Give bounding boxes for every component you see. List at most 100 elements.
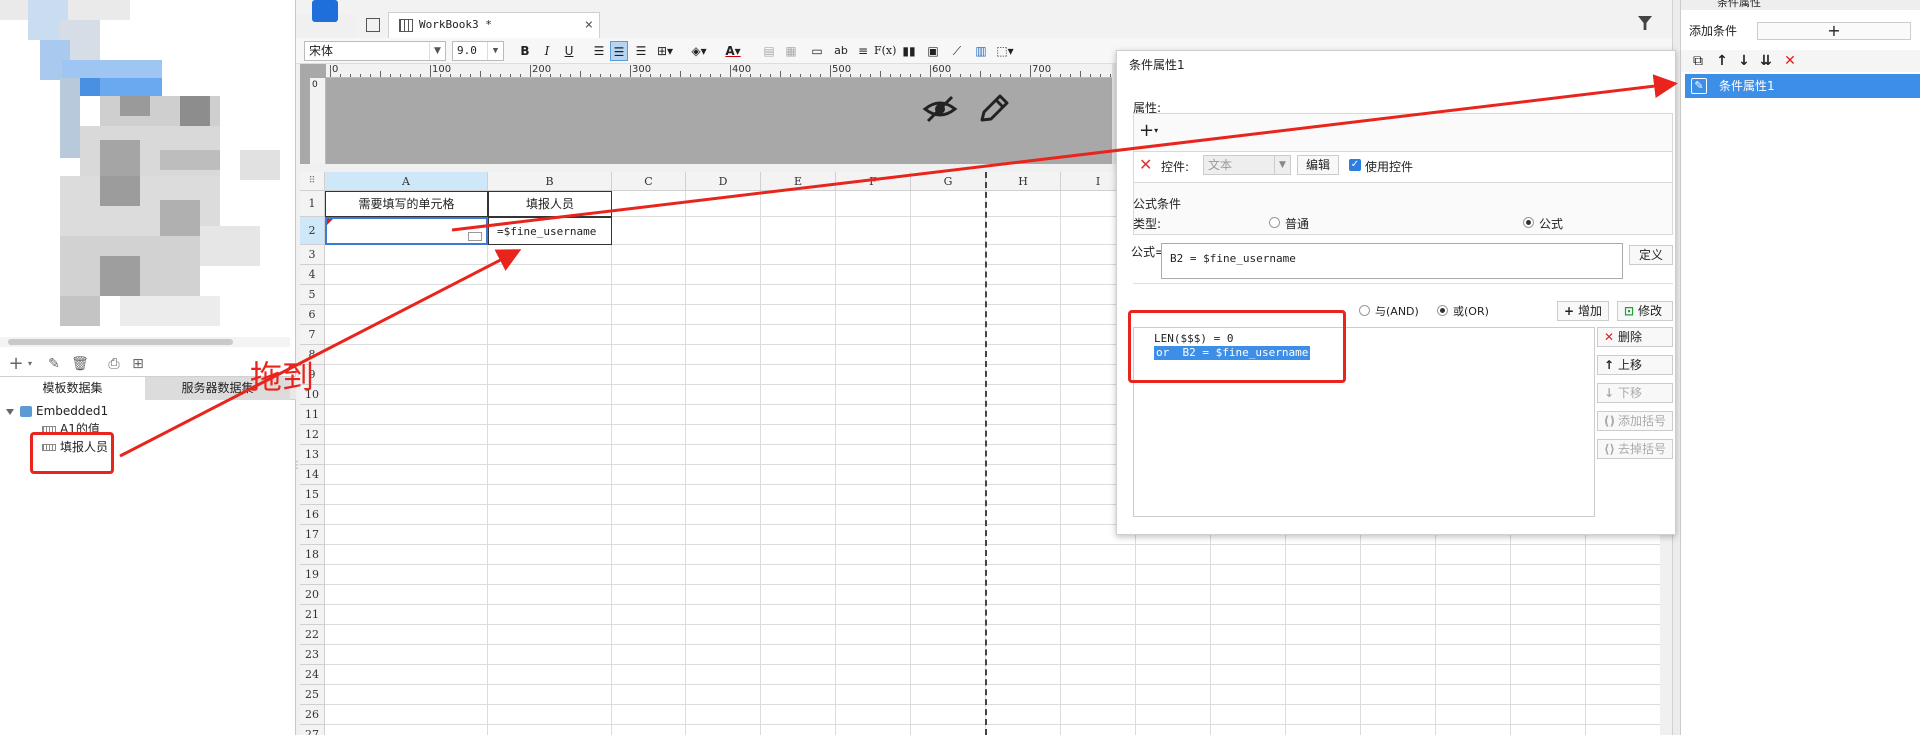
grid-cell[interactable] [911, 545, 986, 565]
grid-cell[interactable] [761, 217, 836, 245]
grid-cell[interactable] [686, 625, 761, 645]
grid-cell[interactable] [911, 645, 986, 665]
delete-icon[interactable]: ✕ [1781, 52, 1799, 70]
grid-cell[interactable] [911, 325, 986, 345]
grid-cell[interactable] [761, 725, 836, 735]
grid-cell[interactable] [1511, 605, 1586, 625]
grid-cell[interactable] [686, 565, 761, 585]
grid-cell[interactable] [686, 445, 761, 465]
grid-cell[interactable] [836, 565, 911, 585]
grid-cell[interactable] [686, 645, 761, 665]
grid-cell[interactable] [911, 685, 986, 705]
grid-cell[interactable] [1511, 645, 1586, 665]
grid-cell[interactable] [612, 191, 686, 217]
delete-button[interactable]: ✕ 删除 [1597, 327, 1673, 347]
grid-cell[interactable] [488, 385, 612, 405]
grid-cell[interactable] [488, 685, 612, 705]
bold-button[interactable]: B [516, 41, 534, 61]
grid-cell[interactable] [1586, 725, 1660, 735]
row-header[interactable]: 23 [300, 645, 325, 665]
grid-cell[interactable] [761, 345, 836, 365]
grid-cell[interactable] [986, 625, 1061, 645]
grid-cell[interactable] [686, 685, 761, 705]
grid-cell[interactable] [986, 725, 1061, 735]
grid-cell[interactable] [488, 405, 612, 425]
trash-icon[interactable]: 🗑 [70, 354, 90, 374]
grid-cell[interactable] [911, 525, 986, 545]
grid-cell[interactable] [325, 465, 488, 485]
grid-cell[interactable] [986, 285, 1061, 305]
underline-button[interactable]: U [560, 41, 578, 61]
grid-cell[interactable] [612, 565, 686, 585]
row-header[interactable]: 27 [300, 725, 325, 735]
grid-cell[interactable] [1361, 545, 1436, 565]
grid-cell[interactable] [836, 285, 911, 305]
grid-cell[interactable] [488, 645, 612, 665]
grid-cell[interactable] [911, 345, 986, 365]
grid-cell[interactable] [911, 665, 986, 685]
row-header[interactable]: 17 [300, 525, 325, 545]
grid-cell[interactable] [986, 525, 1061, 545]
grid-cell[interactable] [1511, 585, 1586, 605]
grid-cell[interactable] [1511, 685, 1586, 705]
grid-cell[interactable] [986, 445, 1061, 465]
grid-cell[interactable] [986, 425, 1061, 445]
grid-cell[interactable] [761, 685, 836, 705]
grid-cell[interactable] [1586, 625, 1660, 645]
grid-cell[interactable] [1511, 625, 1586, 645]
font-family-select[interactable]: 宋体 ▼ [304, 41, 446, 61]
grid-cell[interactable] [488, 585, 612, 605]
grid-cell[interactable] [325, 585, 488, 605]
grid-cell[interactable] [686, 191, 761, 217]
grid-cell[interactable] [1436, 585, 1511, 605]
grid-cell[interactable] [325, 217, 488, 245]
grid-cell[interactable] [761, 665, 836, 685]
grid-cell[interactable] [836, 625, 911, 645]
grid-cell[interactable] [761, 505, 836, 525]
grid-cell[interactable] [1211, 705, 1286, 725]
preview-icon[interactable]: ⎙ [104, 354, 124, 374]
unmerge-icon[interactable]: ▦ [782, 41, 800, 61]
and-radio[interactable] [1359, 305, 1370, 316]
align-right-icon[interactable]: ☰ [632, 41, 650, 61]
grid-cell[interactable] [612, 605, 686, 625]
grid-cell[interactable] [1361, 565, 1436, 585]
grid-cell[interactable] [325, 525, 488, 545]
grid-cell[interactable] [612, 217, 686, 245]
grid-cell[interactable] [761, 385, 836, 405]
tree-item-embedded1[interactable]: Embedded1 [6, 402, 108, 420]
add-bracket-button[interactable]: () 添加括号 [1597, 411, 1673, 431]
close-icon[interactable]: × [585, 13, 593, 37]
move-bottom-icon[interactable]: ⇊ [1757, 52, 1775, 70]
grid-cell[interactable] [836, 465, 911, 485]
grid-cell[interactable] [1061, 665, 1136, 685]
grid-cell[interactable] [1361, 725, 1436, 735]
grid-cell[interactable] [612, 465, 686, 485]
grid-cell[interactable] [612, 545, 686, 565]
grid-cell[interactable] [1586, 605, 1660, 625]
grid-cell[interactable] [686, 325, 761, 345]
grid-cell[interactable] [325, 705, 488, 725]
grid-cell[interactable] [836, 345, 911, 365]
grid-cell[interactable] [836, 405, 911, 425]
row-header[interactable]: 13 [300, 445, 325, 465]
column-header[interactable]: A [325, 172, 488, 191]
grid-cell[interactable] [911, 285, 986, 305]
cell-a1[interactable]: 需要填写的单元格 [325, 191, 488, 217]
grid-cell[interactable] [761, 365, 836, 385]
hide-eye-icon[interactable] [922, 94, 958, 124]
grid-cell[interactable] [1286, 585, 1361, 605]
grid-cell[interactable] [686, 245, 761, 265]
grid-cell[interactable] [1286, 725, 1361, 735]
grid-cell[interactable] [488, 525, 612, 545]
grid-cell[interactable] [488, 325, 612, 345]
grid-cell[interactable] [836, 485, 911, 505]
grid-cell[interactable] [986, 665, 1061, 685]
grid-cell[interactable] [911, 605, 986, 625]
row-header[interactable]: 18 [300, 545, 325, 565]
grid-cell[interactable] [1061, 705, 1136, 725]
grid-cell[interactable] [911, 191, 986, 217]
grid-cell[interactable] [488, 605, 612, 625]
grid-cell[interactable] [686, 385, 761, 405]
grid-cell[interactable] [986, 385, 1061, 405]
